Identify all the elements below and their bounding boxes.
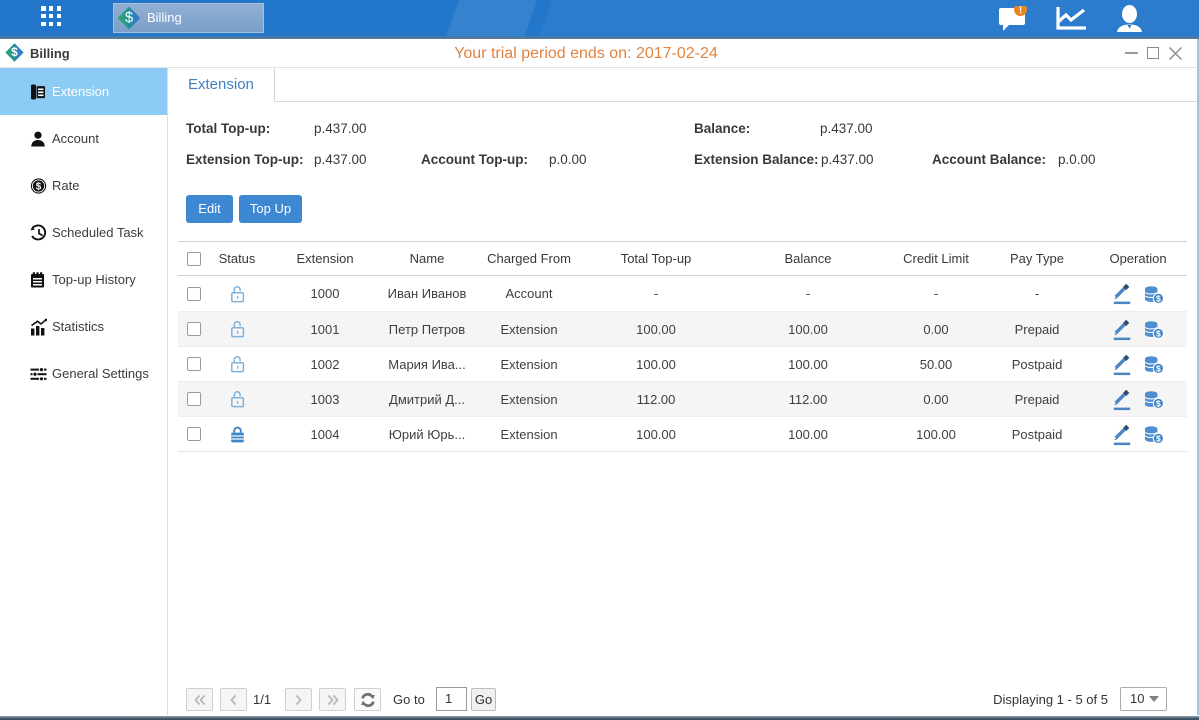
svg-text:$: $: [1156, 364, 1161, 374]
svg-text:$: $: [1156, 434, 1161, 444]
svg-text:$: $: [1156, 293, 1161, 303]
svg-text:$: $: [1156, 399, 1161, 409]
svg-text:$: $: [1156, 329, 1161, 339]
svg-text:!: !: [1019, 6, 1022, 17]
svg-text:$: $: [36, 181, 42, 192]
